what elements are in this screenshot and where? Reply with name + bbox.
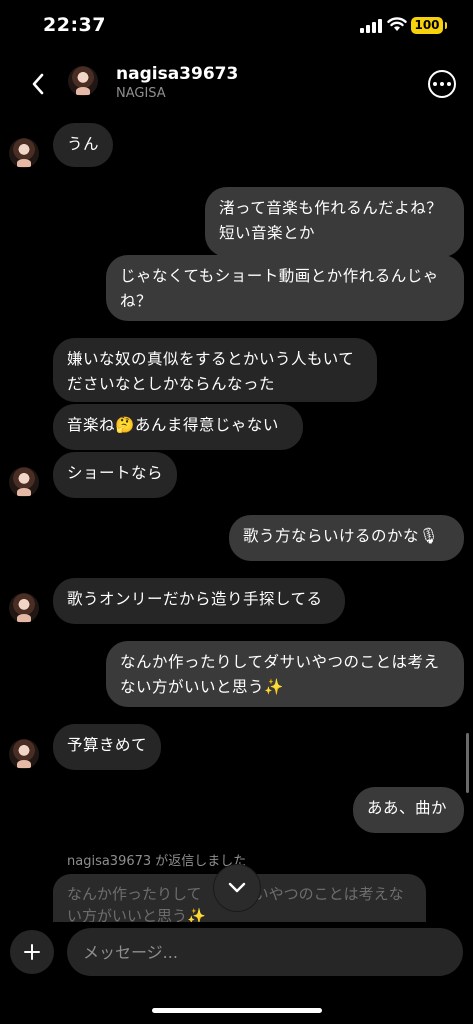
chat-header: nagisa39673 NAGISA bbox=[0, 52, 473, 116]
message-input[interactable] bbox=[67, 928, 463, 976]
message-text: 歌う方ならいけるのかな bbox=[243, 527, 420, 545]
message-outgoing[interactable]: 歌う方ならいけるのかな🎙 bbox=[229, 515, 464, 561]
avatar[interactable] bbox=[9, 593, 39, 623]
chevron-left-icon bbox=[32, 73, 44, 95]
status-time: 22:37 bbox=[43, 14, 106, 36]
avatar[interactable] bbox=[9, 739, 39, 769]
message-text: ショートなら bbox=[67, 464, 164, 482]
message-outgoing[interactable]: 渚って音楽も作れるんだよね？ 短い音楽とか bbox=[205, 187, 464, 257]
add-button[interactable] bbox=[10, 930, 54, 974]
header-username[interactable]: nagisa39673 bbox=[116, 64, 238, 84]
microphone-icon: 🎙 bbox=[419, 527, 440, 545]
plus-icon bbox=[24, 944, 40, 960]
message-outgoing[interactable]: ああ、曲か bbox=[353, 787, 464, 833]
chevron-down-icon bbox=[228, 882, 246, 893]
message-text: 音楽ね bbox=[67, 416, 116, 434]
message-outgoing[interactable]: じゃなくてもショート動画とか作れるんじゃ ね？ bbox=[106, 255, 464, 321]
message-incoming[interactable]: ショートなら bbox=[53, 452, 178, 498]
scroll-to-bottom-button[interactable] bbox=[213, 864, 261, 912]
message-text: なんか作ったりしてダサいやつのことは考え bbox=[120, 653, 440, 671]
avatar[interactable] bbox=[9, 467, 39, 497]
message-text: 歌うオンリーだから造り手探してる bbox=[67, 590, 323, 608]
message-incoming[interactable]: 予算きめて bbox=[53, 724, 162, 770]
message-incoming[interactable]: 音楽ね🤔あんま得意じゃない bbox=[53, 404, 303, 450]
battery-icon: 100 bbox=[411, 17, 447, 34]
reply-label: nagisa39673 が返信しました bbox=[67, 854, 247, 869]
header-display-name: NAGISA bbox=[116, 86, 166, 101]
message-text: 短い音楽とか bbox=[219, 224, 316, 242]
more-options-button[interactable] bbox=[428, 70, 456, 98]
message-incoming[interactable]: 歌うオンリーだから造り手探してる bbox=[53, 578, 345, 624]
message-text: ああ、曲か bbox=[367, 799, 448, 817]
message-incoming[interactable]: うん bbox=[53, 123, 114, 167]
message-text: 嫌いな奴の真似をするとかいう人もいて bbox=[67, 350, 355, 368]
message-text: 渚って音楽も作れるんだよね？ bbox=[219, 199, 443, 217]
message-incoming[interactable]: 嫌いな奴の真似をするとかいう人もいて ださいなとしかならんなった bbox=[53, 338, 377, 402]
sparkles-icon: ✨ bbox=[264, 678, 284, 696]
wifi-icon bbox=[387, 16, 407, 36]
back-button[interactable] bbox=[24, 64, 52, 104]
message-text: じゃなくてもショート動画とか作れるんじゃ bbox=[120, 267, 439, 285]
home-indicator bbox=[152, 1008, 322, 1013]
scrollbar[interactable] bbox=[466, 733, 469, 793]
message-outgoing[interactable]: なんか作ったりしてダサいやつのことは考え ない方がいいと思う✨ bbox=[106, 641, 464, 707]
thinking-face-icon: 🤔 bbox=[115, 416, 135, 434]
message-text: ない方がいいと思う bbox=[120, 678, 265, 696]
message-text: 予算きめて bbox=[67, 736, 148, 754]
message-text: あんま得意じゃない bbox=[134, 416, 279, 434]
status-bar: 22:37 100 bbox=[0, 0, 473, 52]
message-text: ね？ bbox=[120, 292, 153, 310]
message-text: うん bbox=[67, 135, 100, 153]
reply-text: いやつのことは考えな bbox=[253, 885, 404, 903]
composer bbox=[0, 922, 473, 1024]
avatar[interactable] bbox=[9, 138, 39, 168]
reply-text: なんか作ったりして bbox=[67, 885, 202, 903]
message-text: ださいなとしかならんなった bbox=[67, 375, 276, 393]
signal-icon bbox=[360, 19, 382, 33]
avatar[interactable] bbox=[68, 66, 98, 96]
